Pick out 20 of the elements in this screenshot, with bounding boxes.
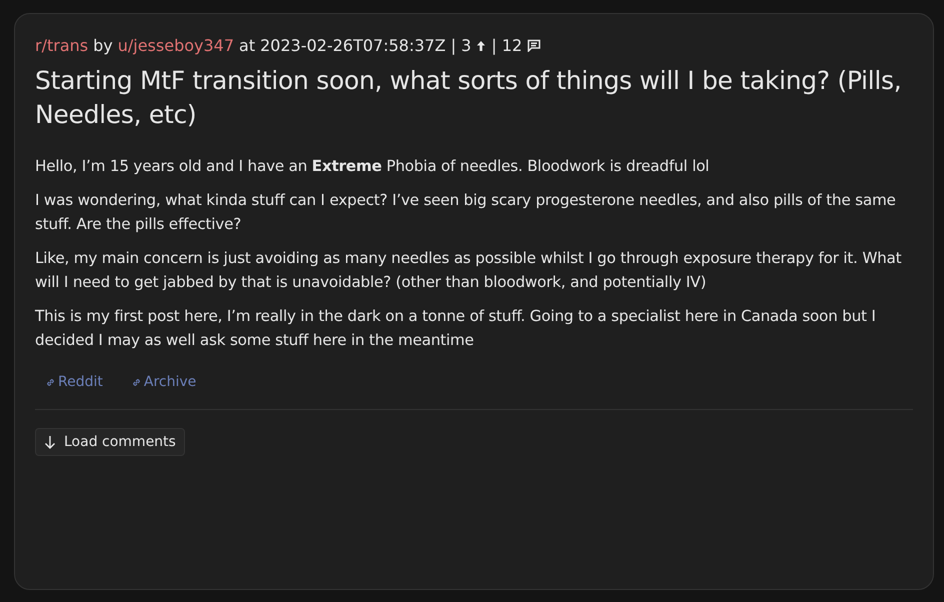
down-arrow-icon [44, 434, 56, 450]
load-comments-button[interactable]: Load comments [35, 428, 185, 456]
comment-icon [527, 39, 542, 52]
link-icon [130, 376, 142, 388]
external-link[interactable]: Reddit [45, 374, 103, 390]
score: | 3 [450, 36, 472, 55]
link-icon [45, 376, 56, 388]
external-link[interactable]: Archive [130, 374, 196, 390]
post-paragraph: I was wondering, what kinda stuff can I expect? I’ve seen big scary progesterone needles, and also pills of the same stuff. Are the pills effective? [35, 190, 897, 235]
post-paragraph: Hello, I’m 15 years old and I have an Extreme Phobia of needles. Bloodwork is dreadful lol [35, 156, 710, 177]
subreddit-link[interactable]: r/trans [35, 36, 88, 55]
comment-count: | 12 [491, 36, 522, 55]
meta-text: at [239, 36, 256, 55]
post-paragraph: This is my first post here, I’m really in the dark on a tonne of stuff. Going to a specialist here in Canada soon but I decided I may as well ask some stuff here in the meantime [35, 306, 877, 351]
meta-text: by [93, 36, 113, 55]
upvote-arrow-icon [476, 40, 486, 52]
post-title: Starting MtF transition soon, what sorts of things will I be taking? (Pills, Needles, etc) [35, 65, 902, 131]
timestamp: 2023-02-26T07:58:37Z [260, 36, 446, 55]
post-paragraph: Like, my main concern is just avoiding as many needles as possible whilst I go through exposure therapy for it. What will I need to get jabbed by that is unavoidable? (other than bloodwork, and potentially IV) [35, 248, 902, 293]
author-link[interactable]: u/jesseboy347 [118, 36, 234, 55]
